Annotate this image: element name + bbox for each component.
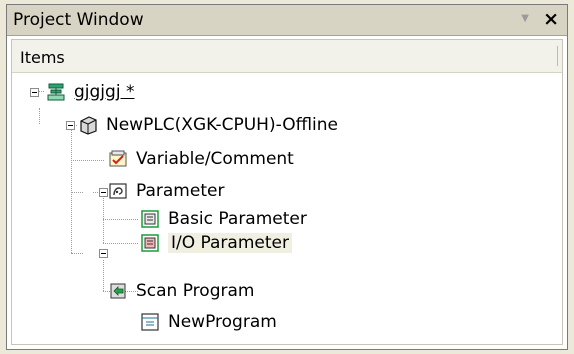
tree-item-parameter[interactable]: Parameter: [108, 179, 224, 203]
tree-item-scan-program[interactable]: Scan Program: [108, 279, 254, 303]
project-icon: [46, 82, 66, 102]
tree-item-project[interactable]: gjgjgj *: [46, 80, 134, 104]
items-column-label: Items: [20, 48, 65, 67]
chevron-down-icon[interactable]: ▼: [521, 13, 529, 24]
project-tree: gjgjgj * NewPLC(XGK-CPUH)-Offline Variab…: [12, 80, 562, 344]
scan-program-label: Scan Program: [136, 281, 255, 301]
close-icon[interactable]: ×: [543, 8, 559, 30]
collapse-toggle[interactable]: [30, 88, 39, 97]
tree-item-io-parameter[interactable]: I/O Parameter: [140, 231, 292, 255]
project-window: Project Window ▼ × Items gjgjgj * NewPLC…: [6, 4, 568, 350]
newprogram-label: NewProgram: [168, 312, 277, 332]
tree-line: [71, 160, 104, 161]
tree-line: [39, 108, 40, 124]
io-parameter-icon: [140, 233, 160, 253]
tree-line: [71, 192, 83, 193]
plc-cpu-icon: [78, 115, 98, 135]
plc-label: NewPLC(XGK-CPUH)-Offline: [106, 115, 338, 135]
tree-line: [71, 127, 72, 253]
tree-item-newprogram[interactable]: NewProgram: [140, 310, 277, 334]
parameter-folder-icon: [108, 181, 128, 201]
tree-item-basic-parameter[interactable]: Basic Parameter: [140, 207, 307, 231]
project-label: gjgjgj *: [74, 82, 135, 102]
collapse-toggle[interactable]: [99, 188, 108, 197]
basic-parameter-label: Basic Parameter: [168, 209, 307, 229]
tree-line: [103, 243, 138, 244]
window-titlebar: Project Window ▼ ×: [7, 5, 567, 36]
window-title: Project Window: [13, 10, 144, 30]
tree-item-plc[interactable]: NewPLC(XGK-CPUH)-Offline: [78, 113, 338, 137]
items-header: Items: [12, 40, 562, 73]
tree-line: [103, 260, 104, 291]
collapse-toggle[interactable]: [99, 249, 108, 258]
variable-comment-icon: [108, 149, 128, 169]
scan-program-icon: [108, 281, 128, 301]
collapse-toggle[interactable]: [66, 121, 75, 130]
variable-label: Variable/Comment: [136, 149, 294, 169]
tree-line: [103, 219, 138, 220]
column-divider[interactable]: [557, 46, 558, 66]
program-icon: [140, 312, 160, 332]
io-parameter-label: I/O Parameter: [168, 233, 292, 253]
tree-line: [71, 253, 83, 254]
tree-panel: Items gjgjgj * NewPLC(XGK-CPUH)-Offline …: [11, 39, 563, 345]
basic-parameter-icon: [140, 209, 160, 229]
parameter-label: Parameter: [136, 181, 225, 201]
tree-item-variable[interactable]: Variable/Comment: [108, 147, 294, 171]
